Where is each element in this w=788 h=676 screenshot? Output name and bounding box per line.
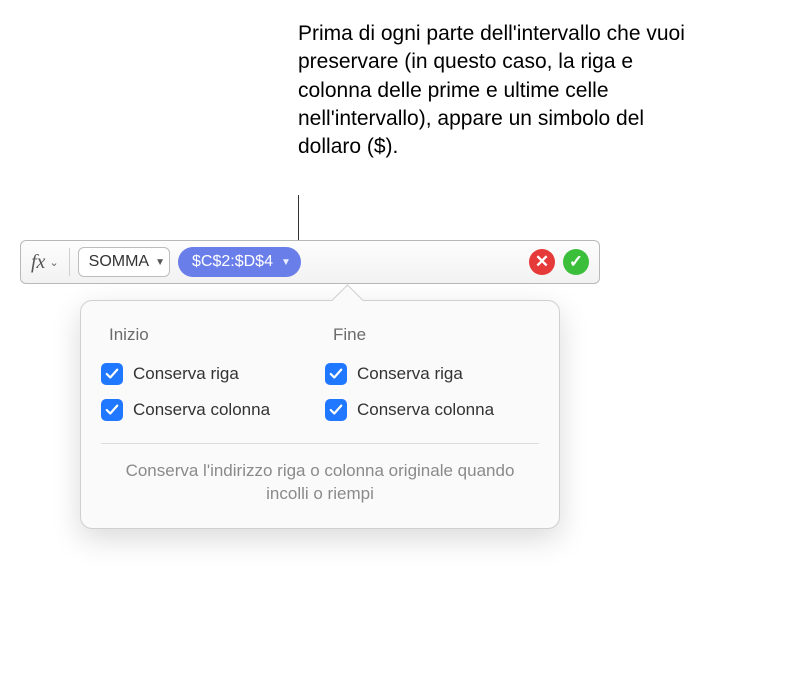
checkbox-label: Conserva riga	[357, 364, 463, 384]
checkbox-checked-icon[interactable]	[101, 399, 123, 421]
end-column: Fine Conserva riga Conserva colonna	[325, 325, 539, 431]
fx-icon: fx	[31, 251, 45, 274]
chevron-down-icon: ▼	[281, 257, 291, 268]
close-icon: ✕	[535, 252, 549, 272]
start-column: Inizio Conserva riga Conserva colonna	[101, 325, 315, 431]
chevron-down-icon: ⌄	[49, 256, 58, 269]
range-text: $C$2:$D$4	[192, 253, 273, 271]
confirm-button[interactable]: ✓	[563, 249, 589, 275]
annotation-text: Prima di ogni parte dell'intervallo che …	[298, 20, 698, 162]
checkbox-label: Conserva colonna	[133, 400, 270, 420]
start-preserve-column[interactable]: Conserva colonna	[101, 395, 315, 431]
preserve-popover: Inizio Conserva riga Conserva colonna Fi…	[80, 300, 560, 529]
function-name: SOMMA	[89, 253, 149, 271]
chevron-down-icon: ▼	[155, 257, 165, 268]
formula-editor: fx ⌄ SOMMA ▼ $C$2:$D$4 ▼ ✕ ✓ Inizio	[20, 240, 600, 529]
cancel-button[interactable]: ✕	[529, 249, 555, 275]
fx-button[interactable]: fx ⌄	[27, 248, 70, 276]
range-pill[interactable]: $C$2:$D$4 ▼	[178, 247, 301, 277]
start-preserve-row[interactable]: Conserva riga	[101, 359, 315, 395]
end-preserve-row[interactable]: Conserva riga	[325, 359, 539, 395]
check-icon: ✓	[569, 252, 583, 272]
checkbox-checked-icon[interactable]	[101, 363, 123, 385]
function-pill[interactable]: SOMMA ▼	[78, 247, 170, 277]
end-preserve-column[interactable]: Conserva colonna	[325, 395, 539, 431]
popover-hint: Conserva l'indirizzo riga o colonna orig…	[101, 460, 539, 506]
checkbox-checked-icon[interactable]	[325, 399, 347, 421]
divider	[101, 443, 539, 444]
checkbox-checked-icon[interactable]	[325, 363, 347, 385]
start-heading: Inizio	[101, 325, 315, 345]
formula-bar: fx ⌄ SOMMA ▼ $C$2:$D$4 ▼ ✕ ✓	[20, 240, 600, 284]
checkbox-label: Conserva riga	[133, 364, 239, 384]
end-heading: Fine	[325, 325, 539, 345]
checkbox-label: Conserva colonna	[357, 400, 494, 420]
